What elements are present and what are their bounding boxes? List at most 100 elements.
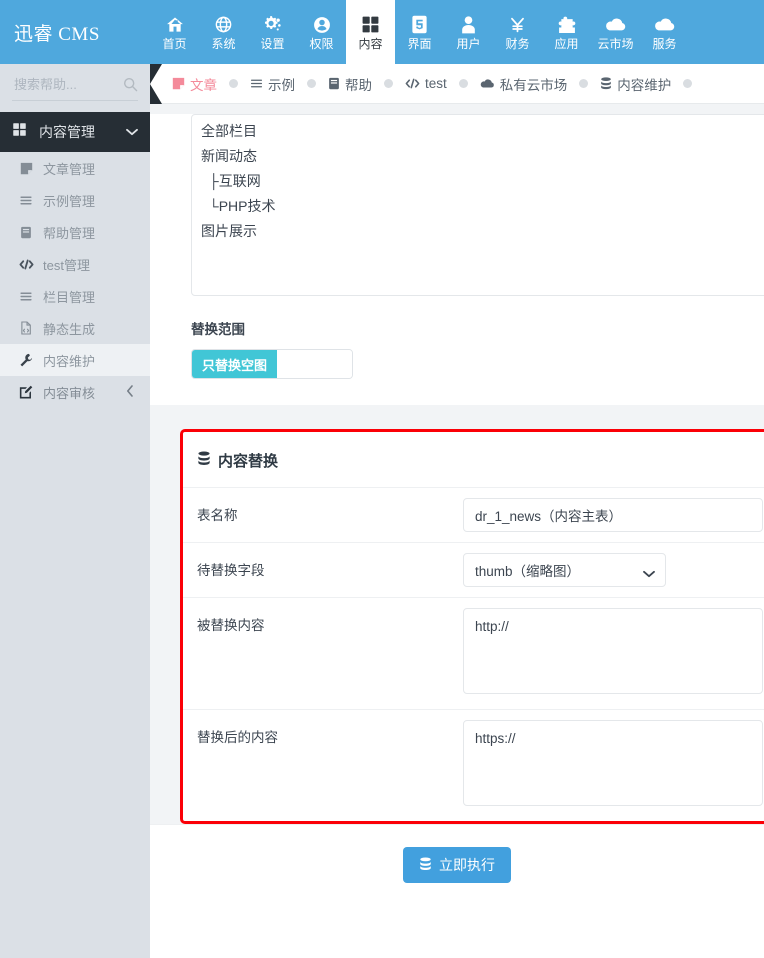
sidebar-item-label: 帮助管理	[43, 225, 96, 241]
topnav-label: 应用	[554, 36, 579, 51]
cloud-icon	[605, 15, 627, 35]
sidebar-item-label: 文章管理	[43, 161, 96, 177]
topnav-label: 系统	[211, 36, 236, 51]
execute-now-button[interactable]: 立即执行	[403, 847, 511, 883]
tab-help[interactable]: 帮助	[328, 74, 372, 94]
sidebar-item-label: 内容审核	[43, 385, 96, 401]
topnav-label: 权限	[309, 36, 334, 51]
top-navigation-bar: 迅睿 CMS 首页 系统 设置 权限 内容 界面 用户 财务 应用 云市场 服务	[0, 0, 764, 64]
database-icon	[419, 856, 432, 874]
form-label: 表名称	[197, 508, 238, 523]
form-row-replace-content: 替换后的内容	[183, 709, 764, 821]
topnav-item-apps[interactable]: 应用	[542, 0, 591, 64]
scope-label: 替换范围	[191, 322, 245, 337]
sidebar-group-content-management[interactable]: 内容管理	[0, 112, 150, 152]
category-option[interactable]: └PHP技术	[201, 194, 764, 219]
form-row-search-content: 被替换内容	[183, 597, 764, 709]
sidebar-item-label: 示例管理	[43, 193, 96, 209]
list-icon	[18, 194, 34, 207]
tab-separator-dot	[384, 79, 393, 88]
topnav-item-system[interactable]: 系统	[199, 0, 248, 64]
tab-label: 示例	[268, 77, 295, 93]
bottom-filler	[150, 909, 764, 958]
chevron-left-icon[interactable]	[126, 384, 134, 400]
edit-square-icon	[18, 385, 34, 399]
panel-gap	[150, 405, 764, 429]
tab-label: 文章	[190, 77, 217, 93]
book-icon	[328, 77, 340, 90]
list-icon	[250, 77, 263, 90]
search-icon[interactable]	[123, 77, 138, 92]
empty-image-only-toggle[interactable]: 只替换空图	[191, 349, 353, 379]
sidebar-item-content-review[interactable]: 内容审核	[0, 376, 150, 408]
cloud-icon	[480, 78, 495, 89]
tab-private-cloud-market[interactable]: 私有云市场	[480, 74, 568, 94]
globe-icon	[214, 15, 233, 35]
file-code-icon	[18, 321, 34, 335]
tab-content-maintenance[interactable]: 内容维护	[600, 74, 671, 94]
topnav-item-interface[interactable]: 界面	[395, 0, 444, 64]
sidebar: 内容管理 文章管理 示例管理 帮助管理 test管理 栏目管理	[0, 64, 150, 958]
tab-article[interactable]: 文章	[172, 74, 217, 94]
user-circle-icon	[312, 15, 332, 35]
topnav-item-permission[interactable]: 权限	[297, 0, 346, 64]
top-nav-list: 首页 系统 设置 权限 内容 界面 用户 财务 应用 云市场 服务	[150, 0, 689, 64]
replace-content-textarea[interactable]	[463, 720, 763, 806]
sidebar-item-article-management[interactable]: 文章管理	[0, 152, 150, 184]
topnav-item-content[interactable]: 内容	[346, 0, 395, 64]
tab-label: 帮助	[345, 77, 372, 93]
sidebar-item-static-generation[interactable]: 静态生成	[0, 312, 150, 344]
tab-example[interactable]: 示例	[250, 74, 295, 94]
tab-label: 私有云市场	[499, 77, 568, 93]
execute-now-label: 立即执行	[439, 857, 495, 873]
sidebar-item-test-management[interactable]: test管理	[0, 248, 150, 280]
tab-label: test	[425, 76, 447, 91]
form-row-field-select: 待替换字段	[183, 542, 764, 597]
replace-panel-title-text: 内容替换	[218, 453, 279, 470]
tab-separator-dot	[229, 79, 238, 88]
topnav-item-user[interactable]: 用户	[444, 0, 493, 64]
topnav-label: 用户	[456, 36, 481, 51]
table-name-input[interactable]	[463, 498, 763, 532]
category-option[interactable]: 全部栏目	[201, 119, 764, 144]
topnav-label: 财务	[505, 36, 530, 51]
sidebar-group-label: 内容管理	[39, 124, 95, 140]
search-input[interactable]	[12, 75, 112, 93]
topnav-item-cloud-market[interactable]: 云市场	[591, 0, 640, 64]
topnav-item-finance[interactable]: 财务	[493, 0, 542, 64]
database-icon	[197, 451, 211, 470]
sidebar-item-content-maintenance[interactable]: 内容维护	[0, 344, 150, 376]
form-row-table-name: 表名称	[183, 487, 764, 542]
chevron-down-icon	[126, 123, 138, 141]
gears-icon	[262, 15, 283, 35]
tab-separator-dot	[458, 79, 468, 88]
replace-panel-title: 内容替换	[183, 432, 764, 487]
field-select[interactable]	[463, 553, 666, 587]
sidebar-item-label: 栏目管理	[43, 289, 96, 305]
category-listbox[interactable]: 全部栏目 新闻动态 ├互联网 └PHP技术 图片展示	[191, 114, 764, 296]
topnav-item-settings[interactable]: 设置	[248, 0, 297, 64]
home-icon	[165, 15, 185, 35]
form-label: 待替换字段	[197, 563, 265, 578]
sticky-note-icon	[18, 162, 34, 175]
category-option[interactable]: 新闻动态	[201, 144, 764, 169]
search-content-textarea[interactable]	[463, 608, 763, 694]
topnav-item-service[interactable]: 服务	[640, 0, 689, 64]
sidebar-item-column-management[interactable]: 栏目管理	[0, 280, 150, 312]
tab-separator-dot	[683, 79, 693, 88]
sidebar-item-help-management[interactable]: 帮助管理	[0, 216, 150, 248]
wrench-icon	[18, 353, 34, 367]
topnav-item-home[interactable]: 首页	[150, 0, 199, 64]
code-icon	[18, 258, 34, 271]
list-icon	[18, 290, 34, 303]
html5-icon	[411, 15, 428, 35]
sidebar-item-example-management[interactable]: 示例管理	[0, 184, 150, 216]
tab-test[interactable]: test	[405, 76, 447, 91]
submit-row: 立即执行	[150, 824, 764, 909]
category-option[interactable]: ├互联网	[201, 169, 764, 194]
category-option[interactable]: 图片展示	[201, 219, 764, 244]
code-icon	[405, 77, 420, 90]
grid-icon	[12, 122, 27, 142]
sidebar-item-label: test管理	[43, 257, 90, 273]
toggle-off-area[interactable]	[277, 350, 352, 378]
